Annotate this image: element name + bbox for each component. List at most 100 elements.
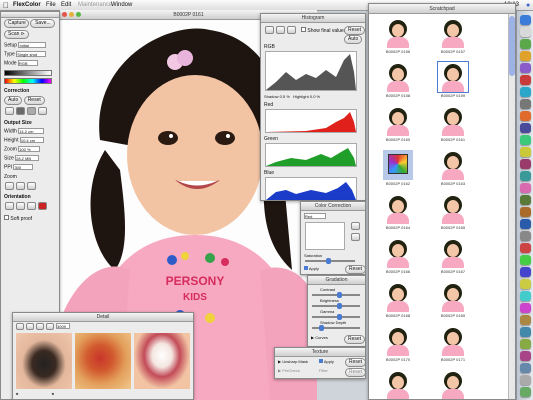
- cc-dropper-icon[interactable]: [351, 222, 360, 230]
- thumbnail[interactable]: [383, 150, 413, 180]
- cc-reset-button[interactable]: Reset: [345, 265, 365, 274]
- dock-app-icon[interactable]: [520, 99, 531, 109]
- flip-icon[interactable]: [27, 202, 36, 210]
- dock-app-icon[interactable]: [520, 363, 531, 373]
- color-correction-grid[interactable]: [305, 222, 345, 250]
- dock-app-icon[interactable]: [520, 267, 531, 277]
- cc-swatch-icon[interactable]: [351, 233, 360, 241]
- dock-app-icon[interactable]: [520, 51, 531, 61]
- dock-app-icon[interactable]: [520, 279, 531, 289]
- saturation-slider[interactable]: [305, 258, 355, 264]
- thumbnail[interactable]: [438, 194, 468, 224]
- thumbnail[interactable]: [383, 62, 413, 92]
- dock-app-icon[interactable]: [520, 219, 531, 229]
- zoom-out-icon[interactable]: [16, 182, 25, 190]
- thumbnail[interactable]: [438, 370, 468, 399]
- dock-app-icon[interactable]: [520, 339, 531, 349]
- rotate-left-icon[interactable]: [5, 202, 14, 210]
- thumbnail[interactable]: [437, 61, 469, 93]
- detail-tool2-icon[interactable]: [26, 323, 34, 330]
- white-point-icon[interactable]: [38, 107, 47, 115]
- thumbnail[interactable]: [438, 106, 468, 136]
- black-dropper-icon[interactable]: [265, 26, 274, 34]
- eyedropper-icon[interactable]: [5, 107, 14, 115]
- thumbnail[interactable]: [383, 238, 413, 268]
- curves-disclosure[interactable]: ▶ Curves: [311, 335, 328, 340]
- detail-tool3-icon[interactable]: [36, 323, 44, 330]
- zoom-field[interactable]: 100 %: [18, 146, 41, 152]
- black-point-icon[interactable]: [16, 107, 25, 115]
- thumbnail[interactable]: [438, 238, 468, 268]
- dock-app-icon[interactable]: [520, 15, 531, 25]
- apple-menu-icon[interactable]: : [3, 0, 9, 11]
- detail-tool4-icon[interactable]: [46, 323, 54, 330]
- zoom-icon[interactable]: [76, 12, 81, 17]
- detail-count-field[interactable]: 3009: [56, 323, 70, 329]
- gray-dropper-icon[interactable]: [276, 26, 285, 34]
- gamma-slider[interactable]: [312, 314, 360, 320]
- thumbnail[interactable]: [438, 282, 468, 312]
- brightness-slider[interactable]: [312, 303, 360, 309]
- dock-app-icon[interactable]: [520, 303, 531, 313]
- thumbnail[interactable]: [383, 326, 413, 356]
- thumbnail[interactable]: [383, 18, 413, 48]
- spotlight-icon[interactable]: ●: [526, 0, 530, 11]
- dock-app-icon[interactable]: [520, 327, 531, 337]
- dock-app-icon[interactable]: [520, 231, 531, 241]
- mode-select[interactable]: RGB: [17, 60, 38, 66]
- scrollbar-thumb[interactable]: [509, 16, 515, 76]
- rgb-histogram[interactable]: [265, 51, 357, 91]
- save-button[interactable]: Save...: [30, 19, 56, 28]
- contrast-slider[interactable]: [312, 292, 360, 298]
- dock-app-icon[interactable]: [520, 291, 531, 301]
- thumbnail[interactable]: [383, 370, 413, 399]
- dock-app-icon[interactable]: [520, 111, 531, 121]
- dock-app-icon[interactable]: [520, 27, 531, 37]
- height-field[interactable]: 10.4 cm: [19, 137, 44, 143]
- type-select[interactable]: Single shot: [16, 51, 47, 57]
- scan-button[interactable]: Scan ⊳: [4, 30, 29, 39]
- width-field[interactable]: 14.2 cm: [18, 128, 45, 134]
- dock-app-icon[interactable]: [520, 207, 531, 217]
- detail-eye-crop[interactable]: [16, 333, 72, 389]
- filter-label[interactable]: Filter: [319, 368, 328, 373]
- blue-histogram[interactable]: [265, 177, 357, 200]
- dock-app-icon[interactable]: [520, 147, 531, 157]
- dock-app-icon[interactable]: [520, 63, 531, 73]
- reset-button[interactable]: Reset: [23, 96, 45, 105]
- thumbnail[interactable]: [438, 18, 468, 48]
- thumbnail[interactable]: [383, 194, 413, 224]
- thumbnail[interactable]: [438, 326, 468, 356]
- ppi-field[interactable]: 300: [13, 164, 34, 170]
- minimize-icon[interactable]: [69, 12, 74, 17]
- close-icon[interactable]: [62, 12, 67, 17]
- menu-file[interactable]: File: [46, 0, 56, 11]
- dock-app-icon[interactable]: [520, 171, 531, 181]
- thumbnail[interactable]: [438, 150, 468, 180]
- dock-app-icon[interactable]: [520, 375, 531, 385]
- apply-checkbox[interactable]: [304, 266, 308, 270]
- dock-app-icon[interactable]: [520, 351, 531, 361]
- dock-app-icon[interactable]: [520, 195, 531, 205]
- rotate-right-icon[interactable]: [16, 202, 25, 210]
- detail-mouth-crop[interactable]: [134, 333, 190, 389]
- dock-app-icon[interactable]: [520, 387, 531, 397]
- dock-app-icon[interactable]: [520, 123, 531, 133]
- precheck-label[interactable]: PreCheck: [282, 368, 300, 373]
- app-menu[interactable]: FlexColor: [13, 0, 41, 11]
- capture-button[interactable]: Capture: [4, 19, 29, 28]
- dock-app-icon[interactable]: [520, 75, 531, 85]
- dock-app-icon[interactable]: [520, 159, 531, 169]
- auto-button[interactable]: Auto: [4, 96, 23, 105]
- gray-point-icon[interactable]: [27, 107, 36, 115]
- record-icon[interactable]: [38, 202, 47, 210]
- dock-app-icon[interactable]: [520, 315, 531, 325]
- soft-proof-checkbox[interactable]: [4, 215, 9, 220]
- unsharp-mask-label[interactable]: Unsharp Mask: [282, 359, 308, 364]
- show-final-checkbox[interactable]: [301, 27, 306, 32]
- dock-app-icon[interactable]: [520, 135, 531, 145]
- dock-app-icon[interactable]: [520, 183, 531, 193]
- red-histogram[interactable]: [265, 109, 357, 133]
- setup-select[interactable]: Initial: [18, 42, 47, 48]
- texture-reset-button[interactable]: Reset: [345, 358, 365, 367]
